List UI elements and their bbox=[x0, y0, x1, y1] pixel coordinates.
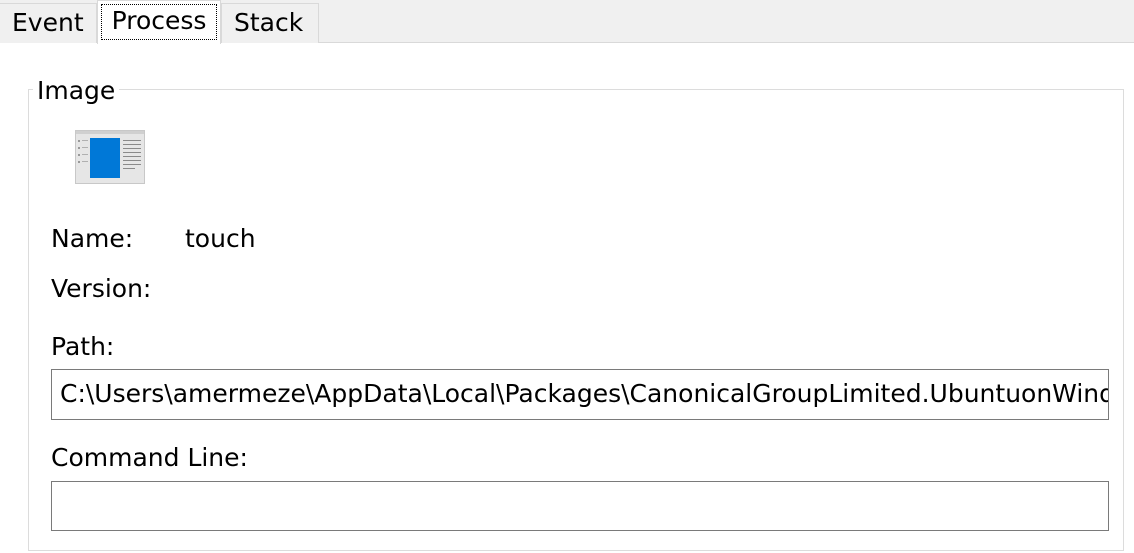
name-value: touch bbox=[185, 224, 256, 253]
version-label: Version: bbox=[51, 274, 152, 303]
application-window-icon bbox=[75, 130, 145, 184]
tab-event[interactable]: Event bbox=[0, 3, 97, 43]
command-line-label: Command Line: bbox=[51, 443, 248, 472]
path-label: Path: bbox=[51, 332, 115, 361]
name-label: Name: bbox=[51, 224, 134, 253]
path-field[interactable]: C:\Users\amermeze\AppData\Local\Packages… bbox=[51, 369, 1109, 420]
image-group-title: Image bbox=[33, 76, 120, 106]
tab-stack-label: Stack bbox=[234, 8, 304, 37]
command-line-field[interactable] bbox=[51, 481, 1109, 531]
tab-stack[interactable]: Stack bbox=[221, 3, 319, 43]
tab-strip: Event Process Stack bbox=[0, 0, 1134, 44]
tab-event-label: Event bbox=[12, 8, 84, 37]
tab-process-label: Process bbox=[111, 6, 207, 35]
tab-process[interactable]: Process bbox=[97, 0, 221, 44]
